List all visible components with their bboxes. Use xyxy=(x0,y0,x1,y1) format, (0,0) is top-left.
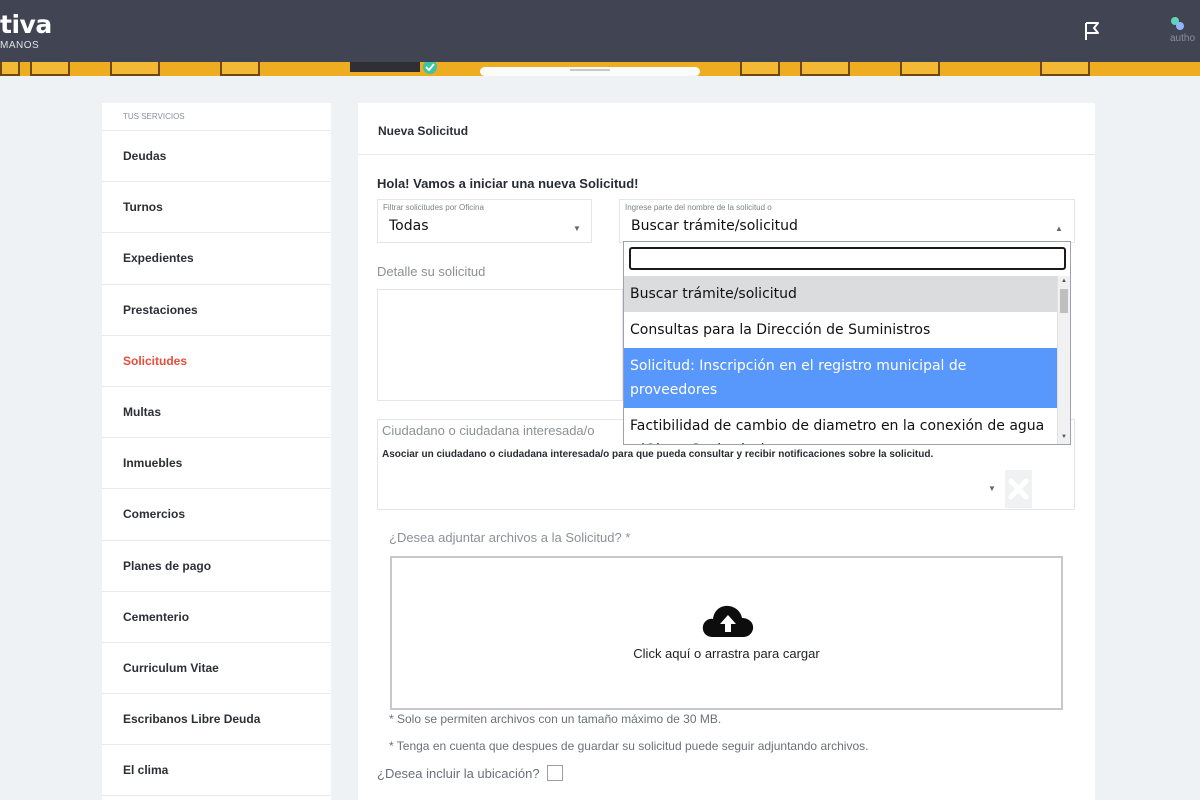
sidebar-item-expedientes[interactable]: Expedientes xyxy=(102,233,331,285)
citizen-help-text: Asociar un ciudadano o ciudadana interes… xyxy=(382,449,934,460)
sidebar-item-escribanos-libre-deuda[interactable]: Escribanos Libre Deuda xyxy=(102,694,331,746)
chevron-down-icon[interactable]: ▼ xyxy=(988,484,996,493)
sidebar-item-cementerio[interactable]: Cementerio xyxy=(102,592,331,643)
sidebar-header: TUS SERVICIOS xyxy=(102,103,331,131)
sidebar-item-solicitudes[interactable]: Solicitudes xyxy=(102,336,331,387)
sidebar-item-el-clima[interactable]: El clima xyxy=(102,745,331,797)
user-name[interactable]: autho xyxy=(1170,33,1195,44)
new-request-card: Nueva Solicitud Hola! Vamos a iniciar un… xyxy=(358,103,1095,800)
request-search-select[interactable]: Ingrese parte del nombre de la solicitud… xyxy=(619,199,1075,243)
card-title: Nueva Solicitud xyxy=(358,103,1095,155)
location-label: ¿Desea incluir la ubicación? xyxy=(377,766,540,781)
detail-textarea[interactable] xyxy=(377,289,623,401)
detail-label: Detalle su solicitud xyxy=(377,264,486,279)
sidebar-item-turnos[interactable]: Turnos xyxy=(102,182,331,234)
office-filter-label: Filtrar solicitudes por Oficina xyxy=(383,203,484,212)
location-checkbox[interactable] xyxy=(547,765,563,781)
services-sidebar: TUS SERVICIOS Deudas Turnos Expedientes … xyxy=(102,103,331,800)
verified-check-icon xyxy=(423,62,437,74)
office-filter-select[interactable]: Filtrar solicitudes por Oficina Todas ▼ xyxy=(377,199,592,243)
top-navbar: tiva MANOS autho xyxy=(0,0,1200,62)
attach-label: ¿Desea adjuntar archivos a la Solicitud?… xyxy=(389,530,631,545)
sidebar-item-inmuebles[interactable]: Inmuebles xyxy=(102,438,331,490)
chevron-down-icon: ▼ xyxy=(573,224,581,233)
cloud-upload-icon xyxy=(702,605,754,637)
brand-logo-text[interactable]: tiva xyxy=(0,10,52,39)
dropdown-option[interactable]: Consultas para la Dirección de Suministr… xyxy=(624,312,1057,348)
greeting-heading: Hola! Vamos a iniciar una nueva Solicitu… xyxy=(377,176,639,191)
sidebar-item-prestaciones[interactable]: Prestaciones xyxy=(102,285,331,336)
file-size-note: * Solo se permiten archivos con un tamañ… xyxy=(389,712,722,726)
sidebar-item-curriculum-vitae[interactable]: Curriculum Vitae xyxy=(102,643,331,695)
header-banner xyxy=(0,62,1200,76)
sidebar-item-planes-de-pago[interactable]: Planes de pago xyxy=(102,541,331,592)
file-dropzone[interactable]: Click aquí o arrastra para cargar xyxy=(390,556,1063,710)
dropdown-option-selected[interactable]: Solicitud: Inscripción en el registro mu… xyxy=(624,348,1057,408)
clear-citizen-button[interactable] xyxy=(1005,470,1032,508)
brand-subtitle: MANOS xyxy=(0,40,40,51)
avatar[interactable] xyxy=(1170,16,1184,30)
scroll-down-icon[interactable]: ▼ xyxy=(1061,434,1067,440)
dropdown-option[interactable]: Factibilidad de cambio de diametro en la… xyxy=(624,408,1057,444)
request-search-label: Ingrese parte del nombre de la solicitud… xyxy=(625,203,772,212)
scroll-up-icon[interactable]: ▲ xyxy=(1061,278,1067,284)
dropdown-search-input[interactable] xyxy=(629,247,1066,270)
attach-later-note: * Tenga en cuenta que despues de guardar… xyxy=(389,739,869,753)
office-filter-value: Todas xyxy=(389,218,429,234)
sidebar-item-multas[interactable]: Multas xyxy=(102,387,331,439)
close-icon xyxy=(1008,478,1029,500)
request-dropdown: Buscar trámite/solicitud Consultas para … xyxy=(623,241,1071,445)
flag-icon[interactable] xyxy=(1081,20,1103,42)
request-search-value: Buscar trámite/solicitud xyxy=(631,218,798,234)
chevron-up-icon: ▲ xyxy=(1055,224,1063,233)
dropdown-options: Buscar trámite/solicitud Consultas para … xyxy=(624,276,1057,444)
scrollbar-thumb[interactable] xyxy=(1060,289,1068,313)
citizen-label: Ciudadano o ciudadana interesada/o xyxy=(382,423,595,438)
sidebar-item-comercios[interactable]: Comercios xyxy=(102,489,331,541)
dropzone-text: Click aquí o arrastra para cargar xyxy=(633,646,820,661)
dropdown-scrollbar[interactable]: ▲ ▼ xyxy=(1057,276,1070,444)
sidebar-item-deudas[interactable]: Deudas xyxy=(102,131,331,183)
dropdown-option[interactable]: Buscar trámite/solicitud xyxy=(624,276,1057,312)
